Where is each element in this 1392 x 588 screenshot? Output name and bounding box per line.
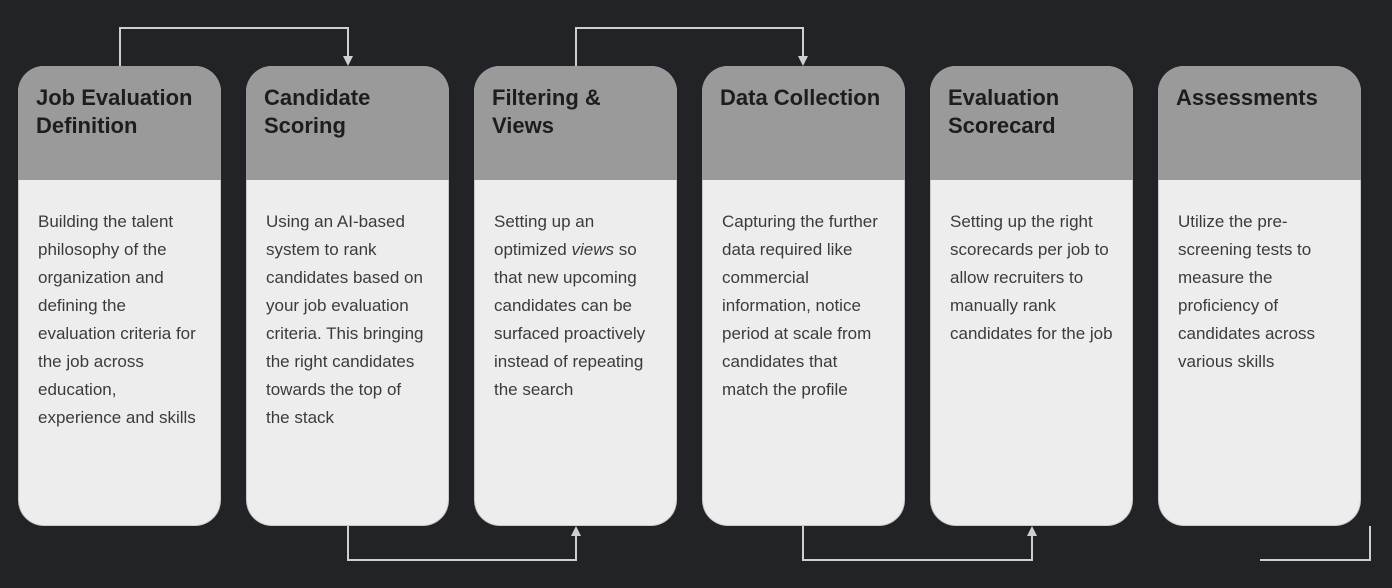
card-job-evaluation-definition: Job Evaluation Definition Building the t… [18,66,221,526]
card-evaluation-scorecard: Evaluation Scorecard Setting up the righ… [930,66,1133,526]
card-title: Data Collection [702,66,905,180]
card-body: Setting up the right scorecards per job … [930,180,1133,368]
card-body: Setting up an optimized views so that ne… [474,180,677,424]
card-title: Job Evaluation Definition [18,66,221,180]
card-body: Utilize the pre-screening tests to measu… [1158,180,1361,396]
card-title: Filtering & Views [474,66,677,180]
card-candidate-scoring: Candidate Scoring Using an AI-based syst… [246,66,449,526]
card-title: Candidate Scoring [246,66,449,180]
card-body: Building the talent philosophy of the or… [18,180,221,452]
card-assessments: Assessments Utilize the pre-screening te… [1158,66,1361,526]
card-body: Capturing the further data required like… [702,180,905,424]
card-title: Evaluation Scorecard [930,66,1133,180]
card-body: Using an AI-based system to rank candida… [246,180,449,452]
card-filtering-views: Filtering & Views Setting up an optimize… [474,66,677,526]
card-data-collection: Data Collection Capturing the further da… [702,66,905,526]
card-title: Assessments [1158,66,1361,180]
